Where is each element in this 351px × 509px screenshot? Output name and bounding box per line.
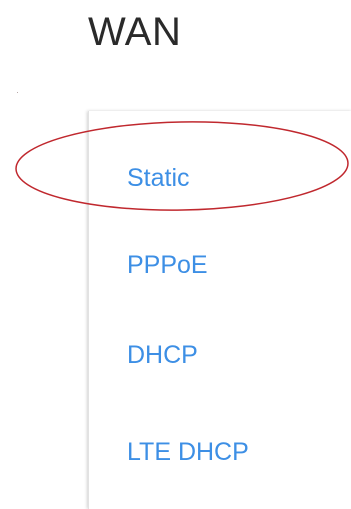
menu-item-lte-dhcp[interactable]: LTE DHCP: [127, 437, 249, 467]
stray-dot: [17, 92, 18, 93]
menu-item-dhcp[interactable]: DHCP: [127, 340, 198, 370]
menu-item-pppoe[interactable]: PPPoE: [127, 250, 208, 280]
page-title: WAN: [88, 10, 182, 54]
menu-item-static[interactable]: Static: [127, 163, 190, 193]
wan-type-menu: Static PPPoE DHCP LTE DHCP: [88, 111, 351, 509]
